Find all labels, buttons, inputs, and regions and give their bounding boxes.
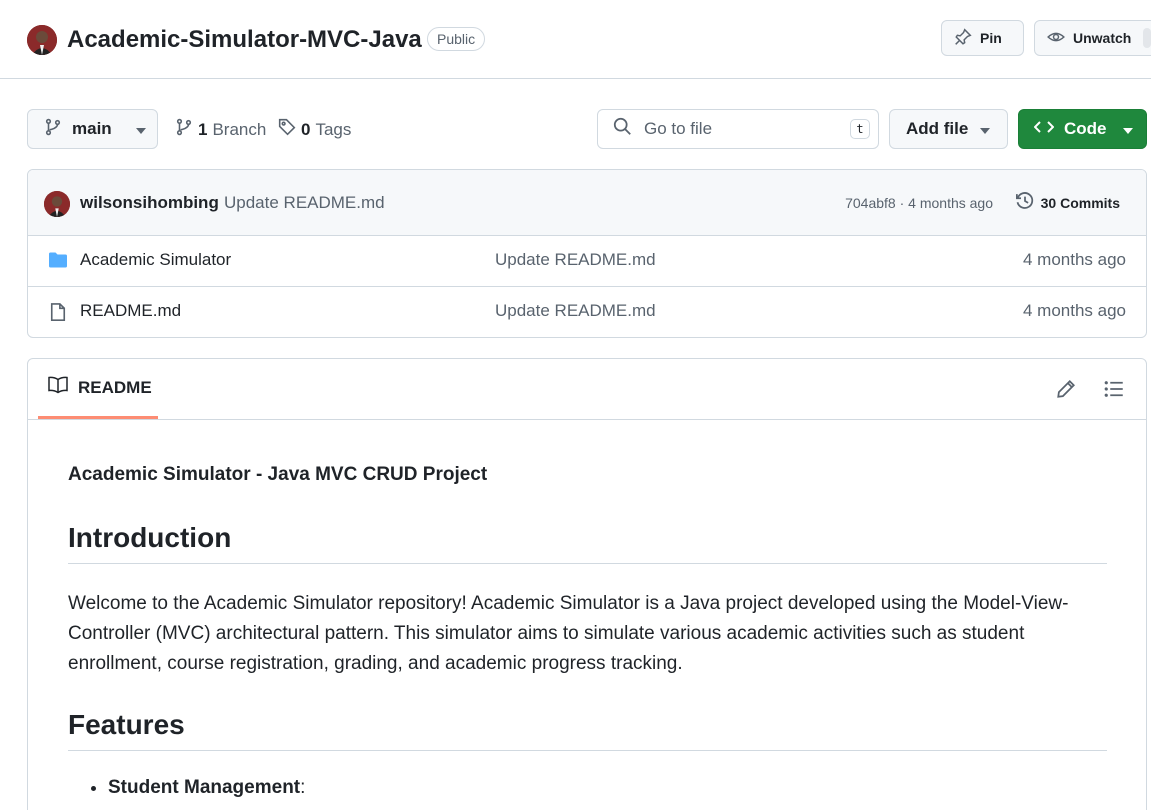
file-commit-message[interactable]: Update README.md [495,250,656,270]
commit-hash-age[interactable]: 704abf8 · 4 months ago [845,195,993,211]
owner-avatar[interactable] [27,25,57,55]
caret-down-icon [135,119,146,139]
feature-suffix: : [300,777,306,798]
file-commit-message[interactable]: Update README.md [495,301,656,321]
list-outline-icon[interactable] [1104,379,1124,404]
file-icon [48,302,68,327]
latest-commit-row: wilsonsihombing Update README.md 704abf8… [28,170,1146,236]
pin-label: Pin [980,30,1002,46]
code-icon [1033,119,1055,139]
commit-author-avatar[interactable] [44,191,70,217]
keyboard-shortcut-hint: t [850,119,870,139]
file-row[interactable]: README.md Update README.md 4 months ago [28,287,1146,337]
repo-header: Academic-Simulator-MVC-Java Public Pin U… [0,0,1151,79]
branch-word: Branch [212,119,267,139]
readme-doc-title: Academic Simulator - Java MVC CRUD Proje… [68,464,488,485]
branch-selector[interactable]: main [27,109,158,149]
repo-title[interactable]: Academic-Simulator-MVC-Java [67,24,422,56]
add-file-button[interactable]: Add file [889,109,1008,149]
folder-icon [48,251,68,274]
code-button[interactable]: Code [1018,109,1147,149]
go-to-file-placeholder: Go to file [644,119,713,138]
watch-count-pill [1143,28,1151,48]
file-name[interactable]: Academic Simulator [80,250,231,270]
pin-button[interactable]: Pin [941,20,1024,56]
readme-panel: README Academic Simulator - Java MVC CRU… [27,358,1147,810]
file-table: wilsonsihombing Update README.md 704abf8… [27,169,1147,338]
add-file-label: Add file [906,119,969,138]
unwatch-label: Unwatch [1073,30,1132,46]
commit-message[interactable]: Update README.md [224,193,385,213]
file-name[interactable]: README.md [80,301,181,321]
commits-count: 30 Commits [1040,194,1120,211]
tags-link[interactable]: 0 Tags [278,118,351,141]
features-heading: Features [68,708,1107,751]
commits-history-link[interactable]: 30 Commits [1015,191,1120,214]
git-branch-icon [44,118,62,141]
code-label: Code [1064,119,1107,138]
eye-icon [1047,28,1065,49]
git-branch-icon [175,118,193,141]
readme-tab-label: README [78,377,152,397]
book-icon [48,376,68,399]
unwatch-button[interactable]: Unwatch [1034,20,1151,56]
pencil-icon[interactable] [1056,379,1076,404]
commit-author[interactable]: wilsonsihombing [80,193,219,213]
search-icon [613,117,632,141]
history-icon [1015,191,1035,214]
pin-icon [954,27,972,49]
list-item: Student Management: [108,773,305,803]
introduction-heading: Introduction [68,521,1107,564]
introduction-paragraph: Welcome to the Academic Simulator reposi… [68,593,1069,674]
branch-count: 1 [198,119,208,139]
tag-count: 0 [301,119,311,139]
go-to-file-input[interactable]: Go to file t [597,109,879,149]
readme-header: README [28,359,1146,420]
caret-down-icon [1122,119,1133,139]
feature-label: Student Management [108,777,301,798]
caret-down-icon [980,119,991,139]
branches-link[interactable]: 1 Branch [175,118,266,141]
tag-word: Tags [315,119,352,139]
file-age: 4 months ago [1022,301,1126,320]
tab-readme[interactable]: README [38,359,158,419]
branch-name: main [72,119,112,138]
visibility-badge: Public [427,27,486,51]
file-row[interactable]: Academic Simulator Update README.md 4 mo… [28,236,1146,287]
file-age: 4 months ago [1022,250,1126,269]
feature-list: Student Management: [88,773,305,803]
tag-icon [278,118,296,141]
